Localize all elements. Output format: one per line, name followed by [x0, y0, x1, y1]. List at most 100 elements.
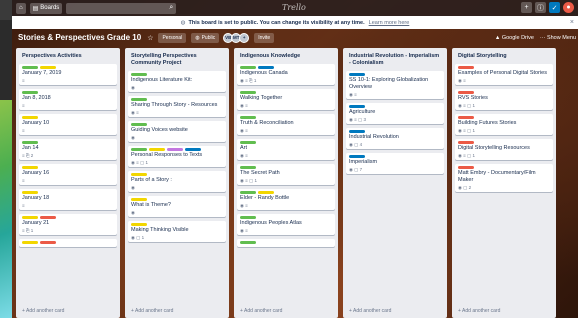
add-card-button[interactable]: + Add another card — [240, 308, 282, 314]
add-icon[interactable]: + — [521, 2, 532, 13]
card[interactable]: Truth & Reconciliation ◉ ≡ — [237, 114, 335, 135]
card-label-yellow[interactable] — [22, 191, 38, 194]
card[interactable]: What is Theme? ◉ — [128, 196, 226, 217]
card[interactable] — [19, 239, 117, 247]
board-list[interactable]: Storytelling Perspectives Community Proj… — [125, 48, 229, 318]
card[interactable]: Imperialism ◉ ▢ 7 — [346, 153, 444, 174]
card[interactable]: January 21 ≡ ⎘ 1 — [19, 214, 117, 235]
board-list[interactable]: Industrial Revolution - Imperialism - Co… — [343, 48, 447, 318]
card-label-red[interactable] — [458, 166, 474, 169]
card[interactable]: Making Thinking Visible ◉ ▢ 1 — [128, 221, 226, 242]
card-label-red[interactable] — [40, 216, 56, 219]
list-title[interactable]: Perspectives Activities — [19, 51, 117, 64]
card[interactable]: Walking Together ◉ ≡ — [237, 89, 335, 110]
card[interactable]: Building Futures Stories ◉ ≡ ▢ 1 — [455, 114, 553, 135]
card[interactable]: Industrial Revolution ◉ ▢ 4 — [346, 128, 444, 149]
card[interactable]: January 16 ≡ — [19, 164, 117, 185]
card-label-green[interactable] — [22, 91, 38, 94]
card-label-yellow[interactable] — [22, 216, 38, 219]
card[interactable]: Parts of a Story : ◉ — [128, 171, 226, 192]
card-label-green[interactable] — [22, 66, 38, 69]
card-label-green[interactable] — [240, 241, 256, 244]
card-label-yellow[interactable] — [258, 191, 274, 194]
card-label-green[interactable] — [240, 216, 256, 219]
card[interactable]: Indigenous Canada ◉ ≡ ⎘ 1 — [237, 64, 335, 85]
card-label-green[interactable] — [131, 73, 147, 76]
avatar[interactable]: ● — [563, 2, 574, 13]
card-label-purple[interactable] — [167, 148, 183, 151]
card-label-green[interactable] — [240, 141, 256, 144]
add-card-button[interactable]: + Add another card — [349, 308, 391, 314]
card-label-yellow[interactable] — [22, 241, 38, 244]
card-label-green[interactable] — [131, 148, 147, 151]
list-title[interactable]: Industrial Revolution - Imperialism - Co… — [346, 51, 444, 71]
card[interactable]: Indigenous Literature Kit: ◉ — [128, 71, 226, 92]
card-label-red[interactable] — [458, 141, 474, 144]
visibility-button[interactable]: ◍ Public — [191, 32, 220, 43]
card[interactable]: Guiding Voices website ◉ — [128, 121, 226, 142]
card[interactable]: Matt Embry - Documentary/Film Maker ◉ ▢ 2 — [455, 164, 553, 192]
board-list[interactable]: Perspectives Activities January 7, 2019 ≡ J… — [16, 48, 120, 318]
search-input[interactable]: ⌕ — [66, 2, 177, 14]
card-label-blue[interactable] — [349, 105, 365, 108]
notifications-icon[interactable]: ✓ — [549, 2, 560, 13]
card[interactable]: Jan 8, 2018 ≡ — [19, 89, 117, 110]
avatar[interactable]: + — [239, 32, 250, 43]
card[interactable]: Examples of Personal Digital Stories ◉ ≡ — [455, 64, 553, 85]
star-icon[interactable]: ☆ — [147, 34, 153, 42]
list-title[interactable]: Indigenous Knowledge — [237, 51, 335, 64]
list-title[interactable]: Digital Storytelling — [455, 51, 553, 64]
learn-more-link[interactable]: Learn more here — [369, 20, 410, 26]
card-label-yellow[interactable] — [131, 223, 147, 226]
card-label-blue[interactable] — [258, 66, 274, 69]
list-title[interactable]: Storytelling Perspectives Community Proj… — [128, 51, 226, 71]
add-card-button[interactable]: + Add another card — [22, 308, 64, 314]
info-icon[interactable]: ⓘ — [535, 2, 546, 13]
add-card-button[interactable]: + Add another card — [131, 308, 173, 314]
card-label-yellow[interactable] — [22, 116, 38, 119]
card-label-yellow[interactable] — [149, 148, 165, 151]
google-drive-button[interactable]: ▲ Google Drive — [495, 35, 534, 41]
card[interactable]: SS 10-1: Exploring Globalization Overvie… — [346, 71, 444, 99]
close-icon[interactable]: × — [570, 19, 574, 26]
card[interactable]: The Secret Path ◉ ≡ ▢ 1 — [237, 164, 335, 185]
card-label-blue[interactable] — [349, 130, 365, 133]
card-label-red[interactable] — [458, 91, 474, 94]
card-label-green[interactable] — [131, 123, 147, 126]
card[interactable]: January 10 ≡ — [19, 114, 117, 135]
card-label-green[interactable] — [240, 191, 256, 194]
card-label-blue[interactable] — [349, 73, 365, 76]
card-label-green[interactable] — [240, 166, 256, 169]
card-label-green[interactable] — [131, 98, 147, 101]
board-title[interactable]: Stories & Perspectives Grade 10 — [18, 33, 141, 42]
card[interactable]: Personal Responses to Texts ◉ ≡ ▢ 1 — [128, 146, 226, 167]
card-label-green[interactable] — [22, 141, 38, 144]
team-button[interactable]: Personal — [158, 32, 187, 43]
add-card-button[interactable]: + Add another card — [458, 308, 500, 314]
card[interactable]: January 18 ≡ — [19, 189, 117, 210]
card-label-green[interactable] — [240, 91, 256, 94]
card-label-yellow[interactable] — [131, 173, 147, 176]
card-label-red[interactable] — [458, 116, 474, 119]
card[interactable]: Jan 14 ≡ ⎘ 2 — [19, 139, 117, 160]
card-label-blue[interactable] — [349, 155, 365, 158]
invite-button[interactable]: Invite — [254, 32, 275, 43]
card[interactable]: Art ◉ ≡ — [237, 139, 335, 160]
card-label-red[interactable] — [458, 66, 474, 69]
card[interactable] — [237, 239, 335, 247]
card[interactable]: Agriculture ◉ ≡ ▢ 3 — [346, 103, 444, 124]
card[interactable]: Sharing Through Story - Resources ◉ ≡ — [128, 96, 226, 117]
card[interactable]: Digital Storytelling Resources ◉ ≡ ▢ 1 — [455, 139, 553, 160]
card-label-yellow[interactable] — [131, 198, 147, 201]
card[interactable]: Elder - Randy Bottle ◉ ≡ — [237, 189, 335, 210]
card-label-yellow[interactable] — [22, 166, 38, 169]
card-label-yellow[interactable] — [40, 66, 56, 69]
card-label-green[interactable] — [240, 66, 256, 69]
card[interactable]: Indigenous Peoples Atlas ◉ ≡ — [237, 214, 335, 235]
card[interactable]: January 7, 2019 ≡ — [19, 64, 117, 85]
card-label-green[interactable] — [240, 116, 256, 119]
card-label-blue[interactable] — [185, 148, 201, 151]
card-label-red[interactable] — [40, 241, 56, 244]
card[interactable]: RVS Stories ◉ ≡ ▢ 1 — [455, 89, 553, 110]
boards-button[interactable]: ▤ Boards — [29, 2, 63, 14]
